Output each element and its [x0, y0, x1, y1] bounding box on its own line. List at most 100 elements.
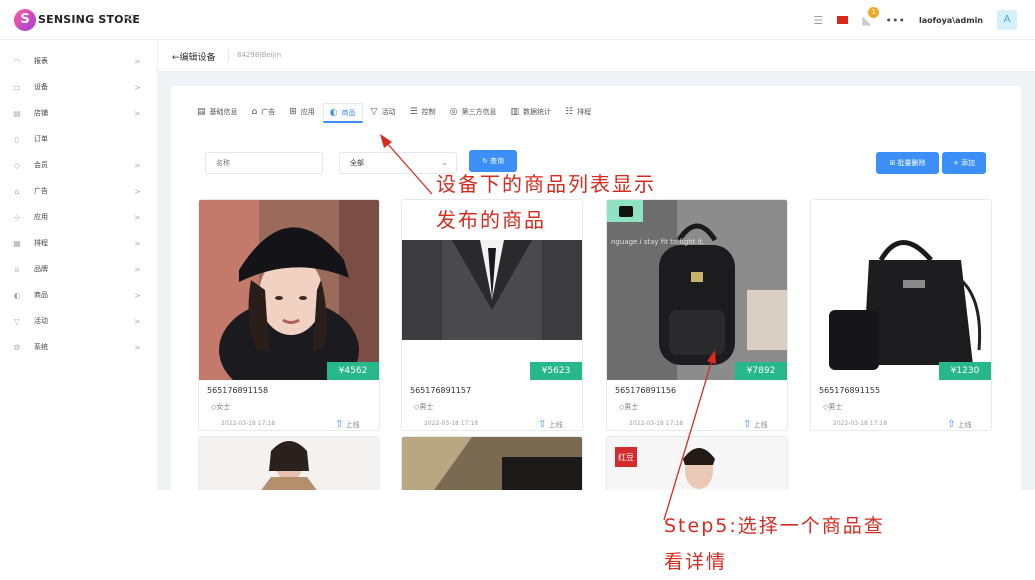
price-badge: ¥1230 [939, 362, 991, 380]
status-label: 上线 [957, 421, 972, 429]
tab-ad[interactable]: ⌂ 广告 [246, 103, 282, 123]
info-icon: ▤ [197, 107, 206, 117]
tab-label: 基础信息 [209, 108, 238, 116]
product-date: 2022-03-18 17:18 [833, 420, 888, 427]
name-search-input[interactable] [205, 152, 323, 174]
sidebar-item-product[interactable]: ◐ 商品 > [0, 282, 158, 308]
product-card[interactable] [198, 436, 380, 490]
sidebar-item-schedule[interactable]: ▦ 排程 > [0, 230, 158, 256]
product-date: 2022-03-18 17:18 [424, 420, 479, 427]
tab-activity[interactable]: ▽ 活动 [365, 103, 402, 123]
control-icon: ☰ [409, 107, 418, 117]
tab-basic-info[interactable]: ▤ 基础信息 [191, 103, 244, 123]
product-card[interactable]: ¥4562 565176891158 ◇女士 2022-03-18 17:18 … [198, 199, 380, 431]
chevron-right-icon: > [134, 212, 141, 222]
product-tag: ◇女士 [211, 402, 230, 412]
tab-label: 第三方信息 [461, 108, 497, 116]
app-icon: ⊞ [289, 107, 297, 117]
product-icon: ◐ [329, 107, 338, 118]
tab-product[interactable]: ◐ 商品 [322, 103, 363, 123]
sidebar-item-ad[interactable]: ⌂ 广告 > [0, 178, 158, 204]
add-button[interactable]: + 添加 [942, 152, 986, 174]
tab-label: 广告 [261, 108, 276, 116]
publish-online-button[interactable]: ⇧ 上线 [335, 419, 360, 430]
sidebar-item-label: 应用 [34, 213, 48, 221]
sidebar-item-store[interactable]: ▤ 店铺 > [0, 100, 158, 126]
chevron-right-icon: > [134, 56, 141, 66]
schedule-icon: ☷ [565, 107, 574, 117]
tab-bar: ▤ 基础信息 ⌂ 广告 ⊞ 应用 ◐ 商品 ▽ 活动 ☰ 控制 ◎ 第三方信息 ▥ 数据统计 ☷… [191, 103, 599, 123]
sidebar-item-brand[interactable]: ♕ 品牌 > [0, 256, 158, 282]
chevron-right-icon: > [134, 264, 141, 274]
product-sku: 565176891158 [207, 386, 269, 395]
tab-label: 应用 [300, 108, 315, 116]
content-card: ▤ 基础信息 ⌂ 广告 ⊞ 应用 ◐ 商品 ▽ 活动 ☰ 控制 ◎ 第三方信息 ▥ 数据统计 ☷… [171, 86, 1021, 490]
product-tag-label: 男士 [828, 403, 843, 411]
notification-bell-icon[interactable]: ◣ 1 [862, 7, 880, 27]
product-tag-label: 男士 [624, 403, 639, 411]
sidebar-item-label: 活动 [34, 317, 48, 325]
product-tag-label: 男士 [419, 403, 434, 411]
sidebar-item-order[interactable]: ▯ 订单 [0, 126, 158, 152]
sidebar-item-report[interactable]: ◠ 报表 > [0, 48, 158, 74]
publish-online-button[interactable]: ⇧ 上线 [743, 419, 768, 430]
tab-label: 数据统计 [523, 108, 552, 116]
sidebar-item-label: 品牌 [34, 265, 48, 273]
tab-control[interactable]: ☰ 控制 [404, 103, 442, 123]
activity-icon: ▽ [370, 107, 378, 117]
sidebar-item-app[interactable]: ⊹ 应用 > [0, 204, 158, 230]
product-card[interactable]: ¥1230 565176891155 ◇男士 2022-03-18 17:18 … [810, 199, 992, 431]
product-icon: ◐ [13, 290, 21, 300]
sidebar: ◠ 报表 > ▭ 设备 > ▤ 店铺 > ▯ 订单 ◇ 会员 > ⌂ 广告 > ⊹ 应用 > ▦ 排程 > ♕… [0, 40, 158, 490]
chevron-right-icon: > [134, 160, 141, 170]
status-label: 上线 [345, 421, 360, 429]
product-tag: ◇男士 [619, 402, 638, 412]
user-name[interactable]: laofoya\admin [919, 16, 983, 25]
publish-online-button[interactable]: ⇧ 上线 [947, 419, 972, 430]
breadcrumb: ←编辑设备 84298|Beijin [158, 40, 1035, 72]
batch-delete-button[interactable]: ⊞ 批量删除 [876, 152, 939, 174]
settings-sliders-icon[interactable]: ☰ [813, 14, 823, 27]
sidebar-item-label: 系统 [34, 343, 48, 351]
upload-arrow-icon: ⇧ [743, 419, 752, 430]
language-flag-icon[interactable] [837, 16, 849, 24]
upload-arrow-icon: ⇧ [538, 419, 547, 430]
sidebar-item-label: 广告 [34, 187, 48, 195]
chevron-right-icon: > [134, 342, 141, 352]
bag-image-caption: nguage.i stay fit to fight it. [611, 238, 705, 246]
sidebar-item-activity[interactable]: ▽ 活动 > [0, 308, 158, 334]
product-tag: ◇男士 [823, 402, 842, 412]
sidebar-item-label: 排程 [34, 239, 48, 247]
sidebar-item-member[interactable]: ◇ 会员 > [0, 152, 158, 178]
query-button-label: 查询 [490, 157, 505, 165]
app-window: S SENSING STORE < ☰ ◣ 1 ••• laofoya\admin… [0, 0, 1035, 490]
chevron-right-icon: > [134, 186, 141, 196]
annotation-line: 看详情 [664, 551, 728, 573]
tab-stats[interactable]: ▥ 数据统计 [505, 103, 558, 123]
tab-third-party[interactable]: ◎ 第三方信息 [444, 103, 503, 123]
chevron-right-icon: > [134, 82, 141, 92]
product-date: 2022-03-18 17:18 [221, 420, 276, 427]
price-badge: ¥5623 [530, 362, 582, 380]
product-card[interactable]: 红豆 [606, 436, 788, 490]
publish-online-button[interactable]: ⇧ 上线 [538, 419, 563, 430]
upload-arrow-icon: ⇧ [335, 419, 344, 430]
top-header: S SENSING STORE < ☰ ◣ 1 ••• laofoya\admin… [0, 0, 1035, 40]
tab-app[interactable]: ⊞ 应用 [283, 103, 321, 123]
product-card[interactable] [401, 436, 583, 490]
annotation-step5: Step5:选择一个商品查 看详情 [664, 508, 885, 580]
product-image-woman-hat [199, 200, 379, 380]
tab-schedule[interactable]: ☷ 排程 [559, 103, 597, 123]
price-badge: ¥4562 [327, 362, 379, 380]
brand-logo-label: 红豆 [618, 452, 634, 462]
sidebar-item-system[interactable]: ⚙ 系统 > [0, 334, 158, 360]
sidebar-item-label: 设备 [34, 83, 48, 91]
tab-label: 排程 [577, 108, 592, 116]
annotation-line: 设备下的商品列表显示 [436, 172, 656, 196]
sidebar-item-device[interactable]: ▭ 设备 > [0, 74, 158, 100]
user-avatar[interactable]: A [997, 10, 1017, 30]
sidebar-collapse-button[interactable]: < [123, 10, 135, 26]
back-link[interactable]: ←编辑设备 [172, 50, 216, 63]
more-icon[interactable]: ••• [885, 14, 904, 27]
product-sku: 565176891155 [819, 386, 881, 395]
